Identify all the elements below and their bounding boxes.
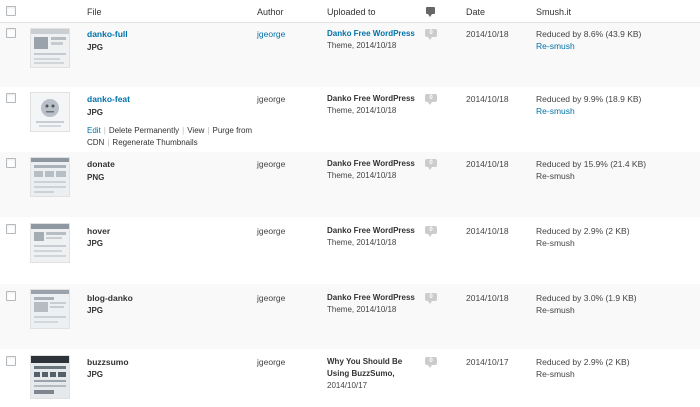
upload-date: 2014/10/18 (466, 293, 509, 303)
upload-date: 2014/10/18 (466, 94, 509, 104)
row-checkbox[interactable] (6, 28, 16, 38)
thumbnail-image[interactable] (30, 28, 70, 68)
resmush-link[interactable]: Re-smush (536, 369, 575, 379)
author-link[interactable]: jgeorge (257, 226, 285, 236)
file-type: PNG (87, 173, 105, 182)
uploaded-to-meta: Theme, 2014/10/18 (327, 238, 397, 247)
table-row: blog-danko JPG jgeorge Danko Free WordPr… (0, 284, 700, 349)
uploaded-to-link[interactable]: Danko Free WordPress (327, 226, 415, 235)
column-date[interactable]: Date (466, 7, 485, 17)
thumbnail-image[interactable] (30, 289, 70, 329)
file-name-link[interactable]: blog-danko (87, 293, 133, 303)
comment-count-badge[interactable]: 0 (425, 293, 437, 304)
table-row: donate PNG jgeorge Danko Free WordPress … (0, 152, 700, 217)
uploaded-to-link[interactable]: Why You Should Be (327, 357, 402, 366)
author-link[interactable]: jgeorge (257, 357, 285, 367)
file-name-link[interactable]: danko-full (87, 29, 128, 39)
table-row: danko-feat JPG Edit | Delete Permanently | V… (0, 88, 700, 151)
thumbnail-image[interactable] (30, 92, 70, 132)
uploaded-to-meta: Theme, 2014/10/18 (327, 171, 397, 180)
delete-permanently-link[interactable]: Delete Permanently (109, 126, 179, 135)
file-type: JPG (87, 239, 104, 248)
regenerate-thumbnails-link[interactable]: Regenerate Thumbnails (112, 138, 197, 147)
file-name-link[interactable]: danko-feat (87, 94, 130, 104)
comment-count-badge[interactable]: 0 (425, 94, 437, 105)
smush-status: Reduced by 3.0% (1.9 KB) (536, 293, 637, 303)
comment-count-badge[interactable]: 0 (425, 357, 437, 368)
author-link[interactable]: jgeorge (257, 293, 285, 303)
resmush-link[interactable]: Re-smush (536, 106, 575, 116)
author-link[interactable]: jgeorge (257, 29, 285, 39)
upload-date: 2014/10/18 (466, 226, 509, 236)
author-link[interactable]: jgeorge (257, 159, 285, 169)
row-checkbox[interactable] (6, 158, 16, 168)
uploaded-to-meta: 2014/10/17 (327, 381, 368, 390)
row-actions: Edit | Delete Permanently | View | Purge from … (87, 126, 253, 147)
smush-status: Reduced by 2.9% (2 KB) (536, 226, 630, 236)
smush-status: Reduced by 9.9% (18.9 KB) (536, 94, 642, 104)
author-link[interactable]: jgeorge (257, 94, 285, 104)
resmush-link[interactable]: Re-smush (536, 305, 575, 315)
resmush-link[interactable]: Re-smush (536, 238, 575, 248)
uploaded-to-link[interactable]: Danko Free WordPress (327, 29, 415, 38)
smush-status: Reduced by 15.9% (21.4 KB) (536, 159, 647, 169)
uploaded-to-meta: Theme, 2014/10/18 (327, 41, 397, 50)
media-library-table: File Author Uploaded to Date Smush.it da… (0, 0, 700, 407)
file-type: JPG (87, 370, 104, 379)
table-row: hover JPG jgeorge Danko Free WordPress T… (0, 218, 700, 283)
smush-status: Reduced by 8.6% (43.9 KB) (536, 29, 642, 39)
file-name-link[interactable]: donate (87, 159, 115, 169)
column-file[interactable]: File (87, 7, 102, 17)
table-header: File Author Uploaded to Date Smush.it (0, 0, 700, 23)
select-all-checkbox[interactable] (6, 6, 16, 16)
comment-count-badge[interactable]: 0 (425, 159, 437, 170)
upload-date: 2014/10/17 (466, 357, 509, 367)
table-row: buzzsumo JPG jgeorge Why You Should Be U… (0, 350, 700, 407)
uploaded-to-link[interactable]: Danko Free WordPress (327, 159, 415, 168)
uploaded-to-link-line-2[interactable]: Using BuzzSumo, (327, 369, 395, 378)
row-checkbox[interactable] (6, 291, 16, 301)
comment-count-badge[interactable]: 0 (425, 226, 437, 237)
upload-date: 2014/10/18 (466, 159, 509, 169)
row-checkbox[interactable] (6, 356, 16, 366)
column-smush: Smush.it (536, 7, 572, 17)
upload-date: 2014/10/18 (466, 29, 509, 39)
thumbnail-image[interactable] (30, 223, 70, 263)
uploaded-to-meta: Theme, 2014/10/18 (327, 305, 397, 314)
column-author[interactable]: Author (257, 7, 284, 17)
uploaded-to-meta: Theme, 2014/10/18 (327, 106, 397, 115)
comment-count-badge[interactable]: 0 (425, 29, 437, 40)
file-type: JPG (87, 306, 104, 315)
resmush-link[interactable]: Re-smush (536, 171, 575, 181)
thumbnail-image[interactable] (30, 355, 70, 399)
comments-column-icon[interactable] (426, 7, 435, 17)
file-name-link[interactable]: hover (87, 226, 110, 236)
smush-status: Reduced by 2.9% (2 KB) (536, 357, 630, 367)
thumbnail-image[interactable] (30, 157, 70, 197)
column-uploaded-to[interactable]: Uploaded to (327, 7, 376, 17)
resmush-link[interactable]: Re-smush (536, 41, 575, 51)
row-checkbox[interactable] (6, 224, 16, 234)
uploaded-to-link[interactable]: Danko Free WordPress (327, 293, 415, 302)
edit-link[interactable]: Edit (87, 126, 101, 135)
uploaded-to-link[interactable]: Danko Free WordPress (327, 94, 415, 103)
view-link[interactable]: View (187, 126, 204, 135)
file-type: JPG (87, 108, 104, 117)
file-type: JPG (87, 43, 104, 52)
file-name-link[interactable]: buzzsumo (87, 357, 129, 367)
table-row: danko-full JPG jgeorge Danko Free WordPr… (0, 23, 700, 87)
row-checkbox[interactable] (6, 93, 16, 103)
